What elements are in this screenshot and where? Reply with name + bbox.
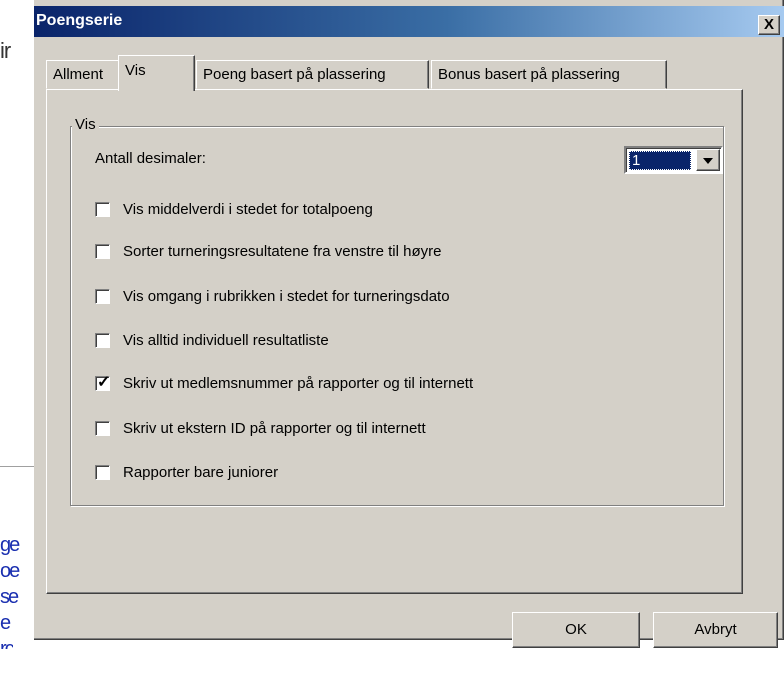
tab-bonus-basert-pa-plassering[interactable]: Bonus basert på plassering (431, 60, 667, 89)
vis-groupbox (70, 126, 724, 506)
cancel-button[interactable]: Avbryt (653, 612, 778, 648)
dropdown-button[interactable] (696, 149, 720, 171)
background-link[interactable]: se (0, 587, 19, 607)
decimals-label: Antall desimaler: (95, 150, 206, 167)
tab-vis[interactable]: Vis (118, 55, 195, 91)
close-button[interactable]: X (758, 15, 780, 35)
tab-label: Bonus basert på plassering (438, 66, 620, 83)
checkbox[interactable]: ✓ (95, 374, 111, 391)
tab-allment[interactable]: Allment (46, 60, 122, 89)
checkmark-icon: ✓ (97, 374, 111, 391)
tab-label: Vis (125, 62, 146, 79)
checkbox[interactable] (95, 244, 110, 259)
title-bar[interactable]: Poengserie X (34, 6, 784, 37)
chevron-down-icon (703, 158, 713, 164)
background-text: ir (0, 38, 11, 63)
option-label: Skriv ut medlemsnummer på rapporter og t… (123, 375, 474, 392)
background-link[interactable]: rc (0, 639, 13, 649)
option-label: Sorter turneringsresultatene fra venstre… (123, 243, 442, 260)
background-link[interactable]: e (0, 613, 11, 633)
option-label: Vis alltid individuell resultatliste (123, 332, 329, 349)
checkbox[interactable] (95, 465, 110, 480)
background-link[interactable]: ge (0, 535, 20, 555)
option-label: Skriv ut ekstern ID på rapporter og til … (123, 420, 426, 437)
tab-label: Poeng basert på plassering (203, 66, 386, 83)
background-link[interactable]: oe (0, 561, 20, 581)
close-icon: X (763, 16, 774, 33)
decimals-select[interactable]: 1 (624, 146, 723, 174)
groupbox-label: Vis (72, 116, 99, 133)
decimals-value: 1 (629, 151, 691, 170)
option-label: Rapporter bare juniorer (123, 464, 279, 481)
background-divider (0, 466, 34, 467)
option-label: Vis middelverdi i stedet for totalpoeng (123, 201, 373, 218)
dialog-title: Poengserie (36, 12, 123, 29)
option-label: Vis omgang i rubrikken i stedet for turn… (123, 288, 450, 305)
checkbox[interactable] (95, 202, 110, 217)
checkbox[interactable] (95, 289, 110, 304)
ok-button[interactable]: OK (512, 612, 640, 648)
tab-label: Allment (53, 66, 104, 83)
checkbox[interactable] (95, 333, 110, 348)
tab-poeng-basert-pa-plassering[interactable]: Poeng basert på plassering (196, 60, 429, 89)
checkbox[interactable] (95, 421, 110, 436)
